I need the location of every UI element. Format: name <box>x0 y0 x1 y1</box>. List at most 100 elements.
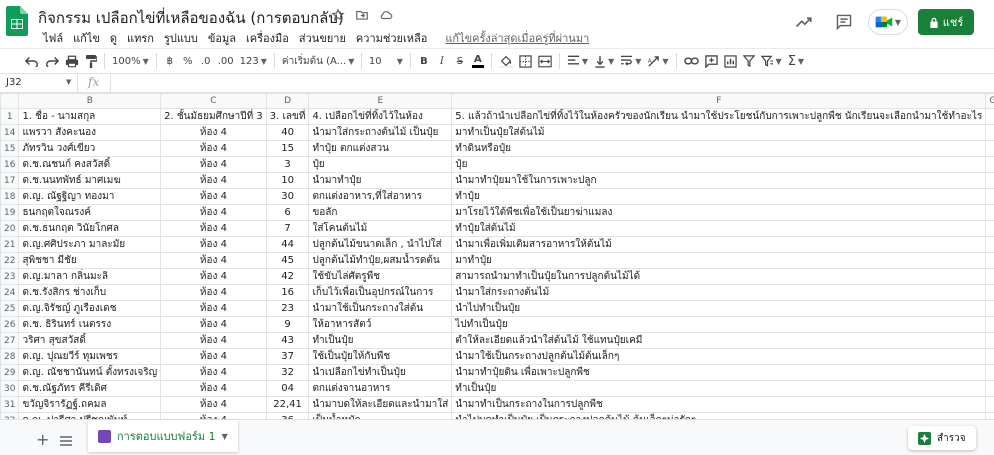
format-currency-button[interactable]: ฿ <box>161 51 179 71</box>
table-cell[interactable]: นำมาบดให้ละเอียดและนำมาใส่ <box>308 396 453 413</box>
header-cell-d[interactable]: 3. เลขที่ <box>265 108 310 125</box>
table-cell[interactable]: ห้อง 4 <box>160 364 267 381</box>
menu-data[interactable]: ข้อมูล <box>203 29 241 47</box>
text-color-button[interactable]: A <box>469 51 487 71</box>
table-cell[interactable]: ใส่โคนต้นไม้ <box>308 220 453 237</box>
column-header-e[interactable]: E <box>308 93 453 109</box>
select-all-corner[interactable] <box>0 93 20 109</box>
table-cell[interactable] <box>985 332 994 349</box>
table-cell[interactable]: ห้อง 4 <box>160 380 267 397</box>
column-header-d[interactable]: D <box>265 93 310 109</box>
table-cell[interactable] <box>985 204 994 221</box>
table-cell[interactable]: 42 <box>265 268 310 285</box>
last-edit-link[interactable]: แก้ไขครั้งล่าสุดเมื่อครู่ที่ผ่านมา <box>440 29 594 47</box>
formula-input[interactable] <box>110 74 994 92</box>
table-cell[interactable] <box>985 220 994 237</box>
table-cell[interactable]: นำมาใส่กระถางต้นไม้ เป็นปุ๋ย <box>308 124 453 141</box>
table-cell[interactable]: ปลูกต้นไม้ขนาดเล็ก , นำไปใส่ <box>308 236 453 253</box>
filter-icon[interactable] <box>740 51 758 71</box>
row-header[interactable]: 1 <box>0 108 20 125</box>
table-cell[interactable] <box>985 348 994 365</box>
header-cell-g[interactable] <box>985 108 994 125</box>
table-cell[interactable]: ห้อง 4 <box>160 252 267 269</box>
row-header[interactable]: 19 <box>0 204 20 221</box>
table-cell[interactable]: ด.ญ. ณัชชานันทน์ ตั้งทรงเจริญ <box>18 364 162 381</box>
table-cell[interactable]: ด.ญ. ปุณยวีร์ ทุมเพชร <box>18 348 162 365</box>
table-cell[interactable]: ปุ๋ย <box>308 156 453 173</box>
table-cell[interactable]: 7 <box>265 220 310 237</box>
table-cell[interactable]: ทำปุ๋ย ตกแต่งสวน <box>308 140 453 157</box>
table-cell[interactable]: ห้อง 4 <box>160 348 267 365</box>
table-cell[interactable]: แพรวา สังคะนอง <box>18 124 162 141</box>
table-cell[interactable] <box>985 364 994 381</box>
align-vertical-icon[interactable]: ▼ <box>591 51 617 71</box>
table-cell[interactable]: ห้อง 4 <box>160 172 267 189</box>
row-header[interactable]: 21 <box>0 236 20 253</box>
row-header[interactable]: 26 <box>0 316 20 333</box>
table-cell[interactable]: 10 <box>265 172 310 189</box>
insert-comment-icon[interactable] <box>702 51 721 71</box>
table-cell[interactable] <box>985 300 994 317</box>
table-cell[interactable]: ทำปุ๋ย <box>451 188 987 205</box>
table-cell[interactable]: 23 <box>265 300 310 317</box>
table-cell[interactable]: ห้อง 4 <box>160 188 267 205</box>
row-header[interactable]: 25 <box>0 300 20 317</box>
cloud-status-icon[interactable] <box>378 7 394 23</box>
table-cell[interactable]: ห้อง 4 <box>160 268 267 285</box>
table-cell[interactable]: ตกแต่งจานอาหาร <box>308 380 453 397</box>
row-header[interactable]: 14 <box>0 124 20 141</box>
doc-title[interactable]: กิจกรรม เปลือกไข่ที่เหลือของฉัน (การตอบก… <box>38 6 344 30</box>
sheets-logo-icon[interactable] <box>6 6 28 36</box>
table-cell[interactable]: เก็บไว้เพื่อเป็นอุปกรณ์ในการ <box>308 284 453 301</box>
table-cell[interactable] <box>985 316 994 333</box>
row-header[interactable]: 17 <box>0 172 20 189</box>
zoom-select[interactable]: 100% ▼ <box>109 51 152 71</box>
table-cell[interactable]: ด.ช.นนทพัทธ์ มาศเมฆ <box>18 172 162 189</box>
table-cell[interactable]: 3 <box>265 156 310 173</box>
header-cell-f[interactable]: 5. แล้วถ้านำเปลือกไข่ที่ทิ้งไว้ในห้องครั… <box>451 108 987 125</box>
table-cell[interactable]: ทำเป็นปุ๋ย <box>308 332 453 349</box>
row-header[interactable]: 18 <box>0 188 20 205</box>
table-cell[interactable]: 44 <box>265 236 310 253</box>
table-cell[interactable]: ด.ช.ณัฐภัทร คีรีเดิศ <box>18 380 162 397</box>
table-cell[interactable] <box>985 396 994 413</box>
table-cell[interactable]: 9 <box>265 316 310 333</box>
table-cell[interactable]: ธนกฤตใจณรงค์ <box>18 204 162 221</box>
table-cell[interactable]: ทำปุ๋ยใส่ต้นไม้ <box>451 220 987 237</box>
column-header-b[interactable]: B <box>18 93 162 109</box>
table-cell[interactable]: มาทำปุ๋ย <box>451 252 987 269</box>
table-cell[interactable]: ด.ญ.ศศิประภา มาละมัย <box>18 236 162 253</box>
table-cell[interactable]: ด.ญ.มาลา กลิ่นมะลิ <box>18 268 162 285</box>
table-cell[interactable]: ด.ช.ณชนก์ คงสวัสดิ์ <box>18 156 162 173</box>
undo-icon[interactable] <box>22 51 42 71</box>
table-cell[interactable]: ห้อง 4 <box>160 156 267 173</box>
table-cell[interactable] <box>985 188 994 205</box>
table-cell[interactable]: ปุ๋ย <box>451 156 987 173</box>
italic-button[interactable]: I <box>433 51 451 71</box>
table-cell[interactable]: 16 <box>265 284 310 301</box>
table-cell[interactable]: 45 <box>265 252 310 269</box>
table-cell[interactable]: นำมาใช้เป็นกระถางใส่ต้น <box>308 300 453 317</box>
table-cell[interactable]: ตำให้ละเอียดแล้วนำใส่ต้นไม้ ใช้แทนปุ๋ยเค… <box>451 332 987 349</box>
increase-decimal-button[interactable]: .00 <box>215 51 237 71</box>
text-rotation-icon[interactable]: A ▼ <box>644 51 671 71</box>
table-cell[interactable]: 22,41 <box>265 396 310 413</box>
table-cell[interactable]: ขวัญจิรารัฏฐ์.ถคมล <box>18 396 162 413</box>
table-cell[interactable]: 32 <box>265 364 310 381</box>
insert-chart-icon[interactable] <box>721 51 740 71</box>
menu-view[interactable]: ดู <box>105 29 122 47</box>
menu-edit[interactable]: แก้ไข <box>68 29 105 47</box>
table-cell[interactable]: 6 <box>265 204 310 221</box>
borders-icon[interactable] <box>516 51 535 71</box>
add-sheet-button[interactable]: + <box>36 430 49 449</box>
table-cell[interactable]: ด.ญ. ณัฐฐิญา ทองมา <box>18 188 162 205</box>
table-cell[interactable]: ห้อง 4 <box>160 140 267 157</box>
table-cell[interactable]: 43 <box>265 332 310 349</box>
column-header-f[interactable]: F <box>451 93 987 109</box>
comment-icon[interactable] <box>832 10 856 34</box>
table-cell[interactable]: ด.ญ.จิรัชญ์ ภูเรืองเดช <box>18 300 162 317</box>
table-cell[interactable]: นำเปลือกไข่ทำเป็นปุ๋ย <box>308 364 453 381</box>
table-cell[interactable]: ห้อง 4 <box>160 332 267 349</box>
table-cell[interactable]: ด.ช.ธนกฤต วินัยโกศล <box>18 220 162 237</box>
table-cell[interactable]: มาทำเป็นปุ๋ยใส่ต้นไม้ <box>451 124 987 141</box>
